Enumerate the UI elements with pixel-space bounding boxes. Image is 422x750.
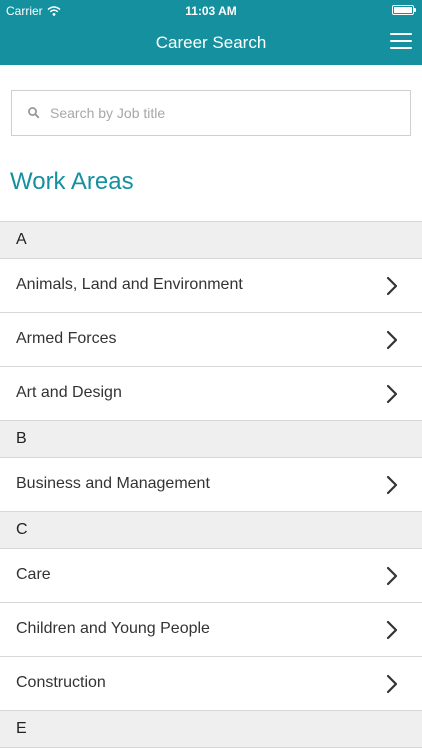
section-header-c: C: [0, 512, 422, 549]
list-item-label: Business and Management: [16, 475, 210, 492]
list-item[interactable]: Construction: [0, 657, 422, 711]
search-input[interactable]: [48, 104, 352, 122]
chevron-right-icon: [386, 475, 398, 495]
list-item-label: Armed Forces: [16, 330, 117, 347]
list-item-label: Construction: [16, 674, 106, 691]
section-header-a: A: [0, 222, 422, 259]
list-item-label: Animals, Land and Environment: [16, 276, 243, 293]
list-item[interactable]: Animals, Land and Environment: [0, 259, 422, 313]
list-item[interactable]: Care: [0, 549, 422, 603]
section-header-b: B: [0, 421, 422, 458]
list-item-label: Care: [16, 566, 51, 583]
hamburger-menu-icon[interactable]: [390, 33, 412, 51]
status-bar: Carrier 11:03 AM: [0, 0, 422, 22]
list-item-label: Children and Young People: [16, 620, 210, 637]
list-item[interactable]: Art and Design: [0, 367, 422, 421]
section-heading: Work Areas: [10, 168, 134, 195]
section-header-e: E: [0, 711, 422, 748]
chevron-right-icon: [386, 674, 398, 694]
list-item-label: Art and Design: [16, 384, 122, 401]
chevron-right-icon: [386, 384, 398, 404]
battery-icon: [392, 5, 416, 15]
chevron-right-icon: [386, 566, 398, 586]
chevron-right-icon: [386, 276, 398, 296]
page-title: Career Search: [155, 33, 267, 52]
search-box[interactable]: [11, 90, 411, 136]
chevron-right-icon: [386, 330, 398, 350]
status-time: 11:03 AM: [185, 4, 237, 18]
search-container: [0, 65, 422, 136]
list-item[interactable]: Armed Forces: [0, 313, 422, 367]
navigation-bar: Career Search: [0, 22, 422, 65]
top-bar: Carrier 11:03 AM Career Search: [0, 0, 422, 65]
list-item[interactable]: Business and Management: [0, 458, 422, 512]
work-areas-list: A Animals, Land and Environment Armed Forc…: [0, 221, 422, 748]
chevron-right-icon: [386, 620, 398, 640]
list-item[interactable]: Children and Young People: [0, 603, 422, 657]
search-icon: [28, 107, 40, 119]
